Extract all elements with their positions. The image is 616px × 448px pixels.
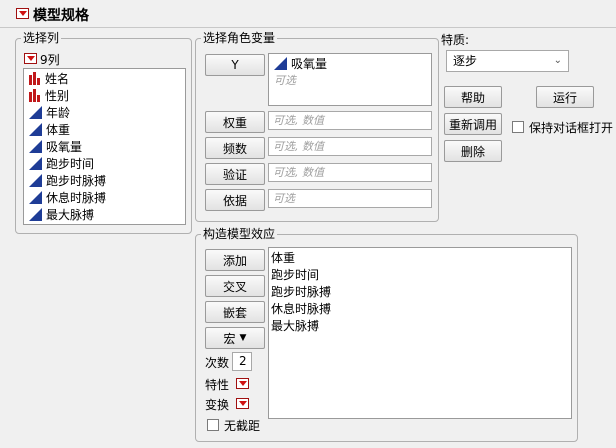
column-name: 姓名 xyxy=(45,72,70,86)
y-role-value: 吸氧量 xyxy=(291,57,328,71)
remove-button[interactable]: 删除 xyxy=(444,140,502,162)
column-list[interactable]: 姓名性别年龄体重吸氧量跑步时间跑步时脉搏休息时脉搏最大脉搏 xyxy=(23,68,186,225)
column-list-item[interactable]: 体重 xyxy=(29,121,70,138)
personality-label: 特质: xyxy=(441,33,470,47)
transform-label: 变换 xyxy=(205,398,230,412)
add-effect-button[interactable]: 添加 xyxy=(205,249,265,271)
column-name: 体重 xyxy=(46,123,71,137)
column-name: 年龄 xyxy=(46,106,71,120)
continuous-icon xyxy=(29,123,42,136)
validation-field[interactable]: 可选, 数值 xyxy=(268,163,432,182)
continuous-icon xyxy=(29,191,42,204)
column-name: 吸氧量 xyxy=(46,140,83,154)
personality-value: 逐步 xyxy=(453,54,478,68)
continuous-icon xyxy=(29,106,42,119)
column-list-item[interactable]: 休息时脉搏 xyxy=(29,189,106,206)
by-button[interactable]: 依据 xyxy=(205,189,265,211)
y-button[interactable]: Y xyxy=(205,54,265,76)
effect-list-item[interactable]: 休息时脉搏 xyxy=(271,300,331,317)
column-list-item[interactable]: 性别 xyxy=(29,87,69,104)
attributes-label: 特性 xyxy=(205,378,230,392)
freq-button[interactable]: 频数 xyxy=(205,137,265,159)
y-role-hint: 可选 xyxy=(274,73,296,87)
y-role-item[interactable]: 吸氧量 xyxy=(274,55,327,72)
degree-label: 次数 xyxy=(205,356,230,370)
macros-button[interactable]: 宏 ▼ xyxy=(205,327,265,349)
effects-list[interactable]: 体重跑步时间跑步时脉搏休息时脉搏最大脉搏 xyxy=(268,247,572,419)
column-list-item[interactable]: 吸氧量 xyxy=(29,138,82,155)
effect-list-item[interactable]: 体重 xyxy=(271,249,295,266)
weight-field[interactable]: 可选, 数值 xyxy=(268,111,432,130)
personality-select[interactable]: 逐步 ⌄ xyxy=(446,50,569,72)
roles-legend: 选择角色变量 xyxy=(201,31,278,45)
keep-dialog-open-checkbox[interactable] xyxy=(512,121,524,133)
effects-legend: 构造模型效应 xyxy=(201,227,278,241)
column-count-menu-icon[interactable] xyxy=(24,53,37,64)
recall-button[interactable]: 重新调用 xyxy=(444,113,502,135)
effect-name: 跑步时间 xyxy=(271,268,320,282)
column-name: 跑步时脉搏 xyxy=(46,174,107,188)
column-name: 休息时脉搏 xyxy=(46,191,107,205)
column-list-item[interactable]: 年龄 xyxy=(29,104,70,121)
nominal-icon xyxy=(29,72,40,85)
no-intercept-checkbox[interactable] xyxy=(207,419,219,431)
column-list-item[interactable]: 跑步时脉搏 xyxy=(29,172,106,189)
select-columns-legend: 选择列 xyxy=(21,31,62,45)
no-intercept-label: 无截距 xyxy=(224,419,261,433)
run-button[interactable]: 运行 xyxy=(536,86,594,108)
continuous-icon xyxy=(274,57,287,70)
continuous-icon xyxy=(29,140,42,153)
header-menu-icon[interactable] xyxy=(16,8,29,19)
continuous-icon xyxy=(29,174,42,187)
effect-name: 最大脉搏 xyxy=(271,319,320,333)
column-name: 最大脉搏 xyxy=(46,208,95,222)
effect-list-item[interactable]: 最大脉搏 xyxy=(271,317,319,334)
nominal-icon xyxy=(29,89,40,102)
column-name: 性别 xyxy=(45,89,70,103)
effect-list-item[interactable]: 跑步时脉搏 xyxy=(271,283,331,300)
validation-button[interactable]: 验证 xyxy=(205,163,265,185)
dialog-header: 模型规格 xyxy=(0,0,616,28)
effect-name: 跑步时脉搏 xyxy=(271,285,332,299)
chevron-down-icon: ⌄ xyxy=(553,55,562,66)
cross-button[interactable]: 交叉 xyxy=(205,275,265,297)
column-list-item[interactable]: 最大脉搏 xyxy=(29,206,94,223)
dropdown-arrow-icon: ▼ xyxy=(239,333,247,343)
column-count-label: 9列 xyxy=(40,53,60,67)
effect-name: 体重 xyxy=(271,251,296,265)
effect-name: 休息时脉搏 xyxy=(271,302,332,316)
attributes-menu-icon[interactable] xyxy=(236,378,249,389)
column-name: 跑步时间 xyxy=(46,157,95,171)
y-role-list[interactable]: 吸氧量 可选 xyxy=(268,53,432,106)
dialog-title: 模型规格 xyxy=(33,8,89,24)
by-field[interactable]: 可选 xyxy=(268,189,432,208)
column-list-item[interactable]: 姓名 xyxy=(29,70,69,87)
keep-dialog-open-label: 保持对话框打开 xyxy=(529,121,614,135)
transform-menu-icon[interactable] xyxy=(236,398,249,409)
degree-input[interactable]: 2 xyxy=(232,352,252,371)
help-button[interactable]: 帮助 xyxy=(444,86,502,108)
continuous-icon xyxy=(29,157,42,170)
nest-button[interactable]: 嵌套 xyxy=(205,301,265,323)
continuous-icon xyxy=(29,208,42,221)
effect-list-item[interactable]: 跑步时间 xyxy=(271,266,319,283)
column-list-item[interactable]: 跑步时间 xyxy=(29,155,94,172)
freq-field[interactable]: 可选, 数值 xyxy=(268,137,432,156)
weight-button[interactable]: 权重 xyxy=(205,111,265,133)
